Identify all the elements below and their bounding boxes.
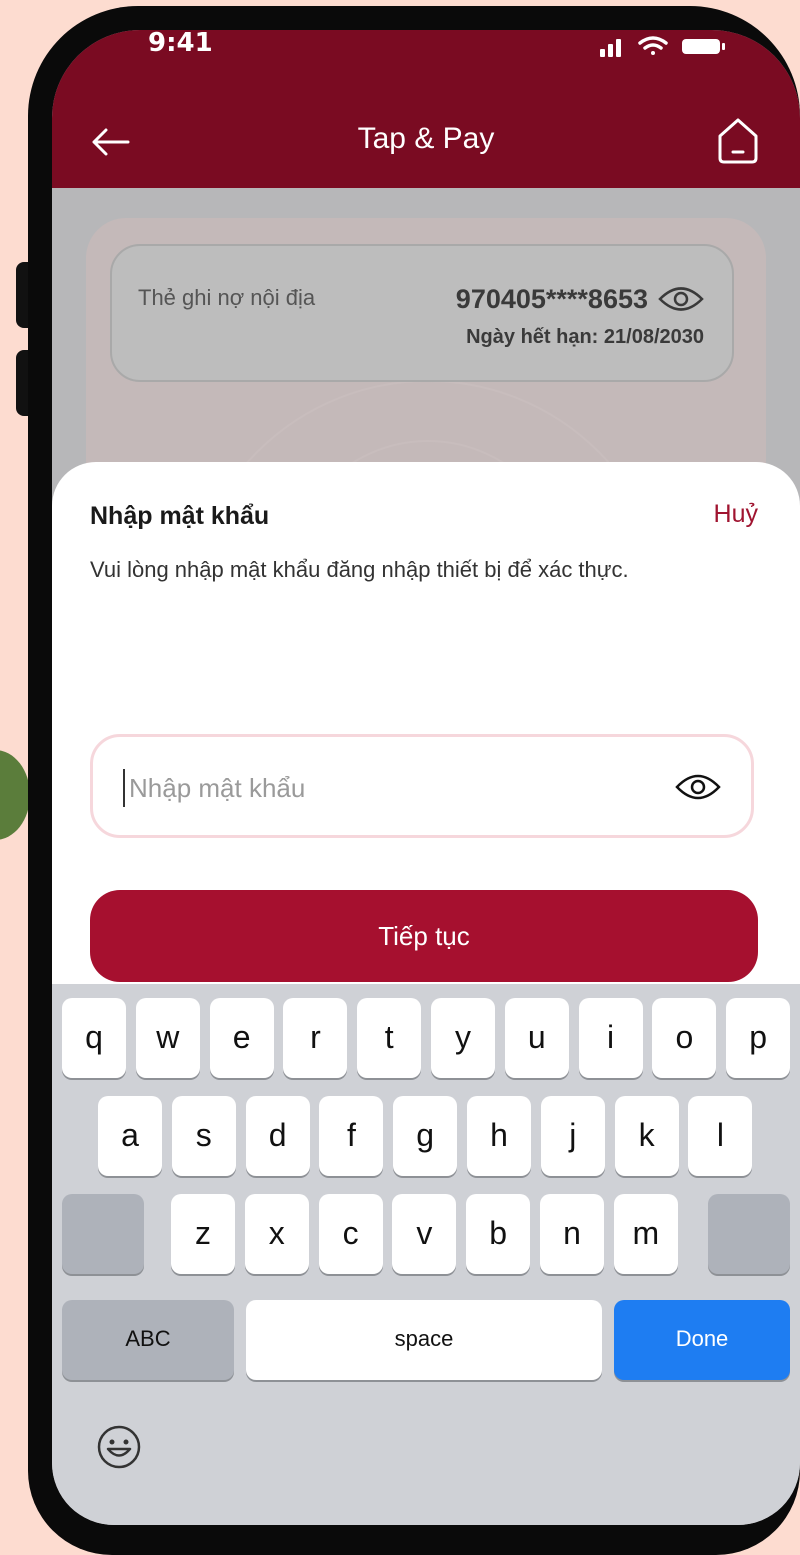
keyboard: qwertyuiop asdfghjkl zxcvbnm ABC space D…	[52, 984, 800, 1525]
abc-key[interactable]: ABC	[62, 1300, 234, 1380]
key-h[interactable]: h	[467, 1096, 531, 1176]
home-icon[interactable]	[716, 114, 760, 166]
cancel-button[interactable]: Huỷ	[714, 500, 758, 529]
eye-icon[interactable]	[675, 771, 721, 803]
key-q[interactable]: q	[62, 998, 126, 1078]
key-w[interactable]: w	[135, 998, 200, 1078]
app-header: 9:41 Tap & Pay	[52, 30, 800, 188]
key-g[interactable]: g	[393, 1096, 458, 1176]
key-j[interactable]: j	[540, 1096, 605, 1176]
card-number: 970405****8653	[455, 284, 648, 314]
page-title: Tap & Pay	[357, 122, 495, 155]
key-o[interactable]: o	[652, 998, 717, 1078]
key-v[interactable]: v	[392, 1194, 457, 1274]
signal-icon	[600, 39, 621, 57]
emoji-icon[interactable]	[96, 1424, 142, 1470]
key-x[interactable]: x	[244, 1194, 309, 1274]
key-s[interactable]: s	[171, 1096, 236, 1176]
key-e[interactable]: e	[209, 998, 274, 1078]
space-key[interactable]: space	[246, 1300, 602, 1380]
key-c[interactable]: c	[318, 1194, 383, 1274]
key-u[interactable]: u	[504, 998, 569, 1078]
status-icons	[600, 36, 725, 57]
key-a[interactable]: a	[98, 1096, 162, 1176]
status-time: 9:41	[148, 30, 213, 58]
key-f[interactable]: f	[319, 1096, 384, 1176]
password-input[interactable]	[127, 757, 651, 819]
password-field[interactable]	[90, 734, 754, 838]
eye-icon[interactable]	[658, 284, 704, 314]
key-l[interactable]: l	[688, 1096, 753, 1176]
key-m[interactable]: m	[613, 1194, 678, 1274]
key-p[interactable]: p	[726, 998, 791, 1078]
shift-key[interactable]	[62, 1194, 144, 1274]
key-d[interactable]: d	[245, 1096, 310, 1176]
text-caret	[123, 769, 125, 807]
key-y[interactable]: y	[431, 998, 495, 1078]
key-r[interactable]: r	[283, 998, 348, 1078]
card-type: Thẻ ghi nợ nội địa	[138, 285, 316, 310]
key-k[interactable]: k	[614, 1096, 679, 1176]
card-expiry: Ngày hết hạn: 21/08/2030	[466, 326, 704, 348]
key-n[interactable]: n	[540, 1194, 604, 1274]
phone-screen: 9:41 Tap & Pay Thẻ ghi nợ nội địa 970405…	[52, 30, 800, 1525]
sheet-description: Vui lòng nhập mật khẩu đăng nhập thiết b…	[90, 557, 629, 582]
password-sheet: Nhập mật khẩu Huỷ Vui lòng nhập mật khẩu…	[52, 462, 800, 1002]
backspace-key[interactable]	[708, 1194, 790, 1274]
decorative-green-shape	[0, 750, 30, 840]
key-i[interactable]: i	[578, 998, 643, 1078]
card-info: Thẻ ghi nợ nội địa 970405****8653 Ngày h…	[110, 244, 734, 382]
key-z[interactable]: z	[171, 1194, 235, 1274]
continue-button[interactable]: Tiếp tục	[90, 890, 758, 982]
sheet-title: Nhập mật khẩu	[90, 502, 270, 530]
key-t[interactable]: t	[357, 998, 422, 1078]
battery-icon	[682, 39, 725, 54]
key-b[interactable]: b	[466, 1194, 531, 1274]
done-key[interactable]: Done	[614, 1300, 790, 1380]
wifi-icon	[638, 36, 668, 55]
